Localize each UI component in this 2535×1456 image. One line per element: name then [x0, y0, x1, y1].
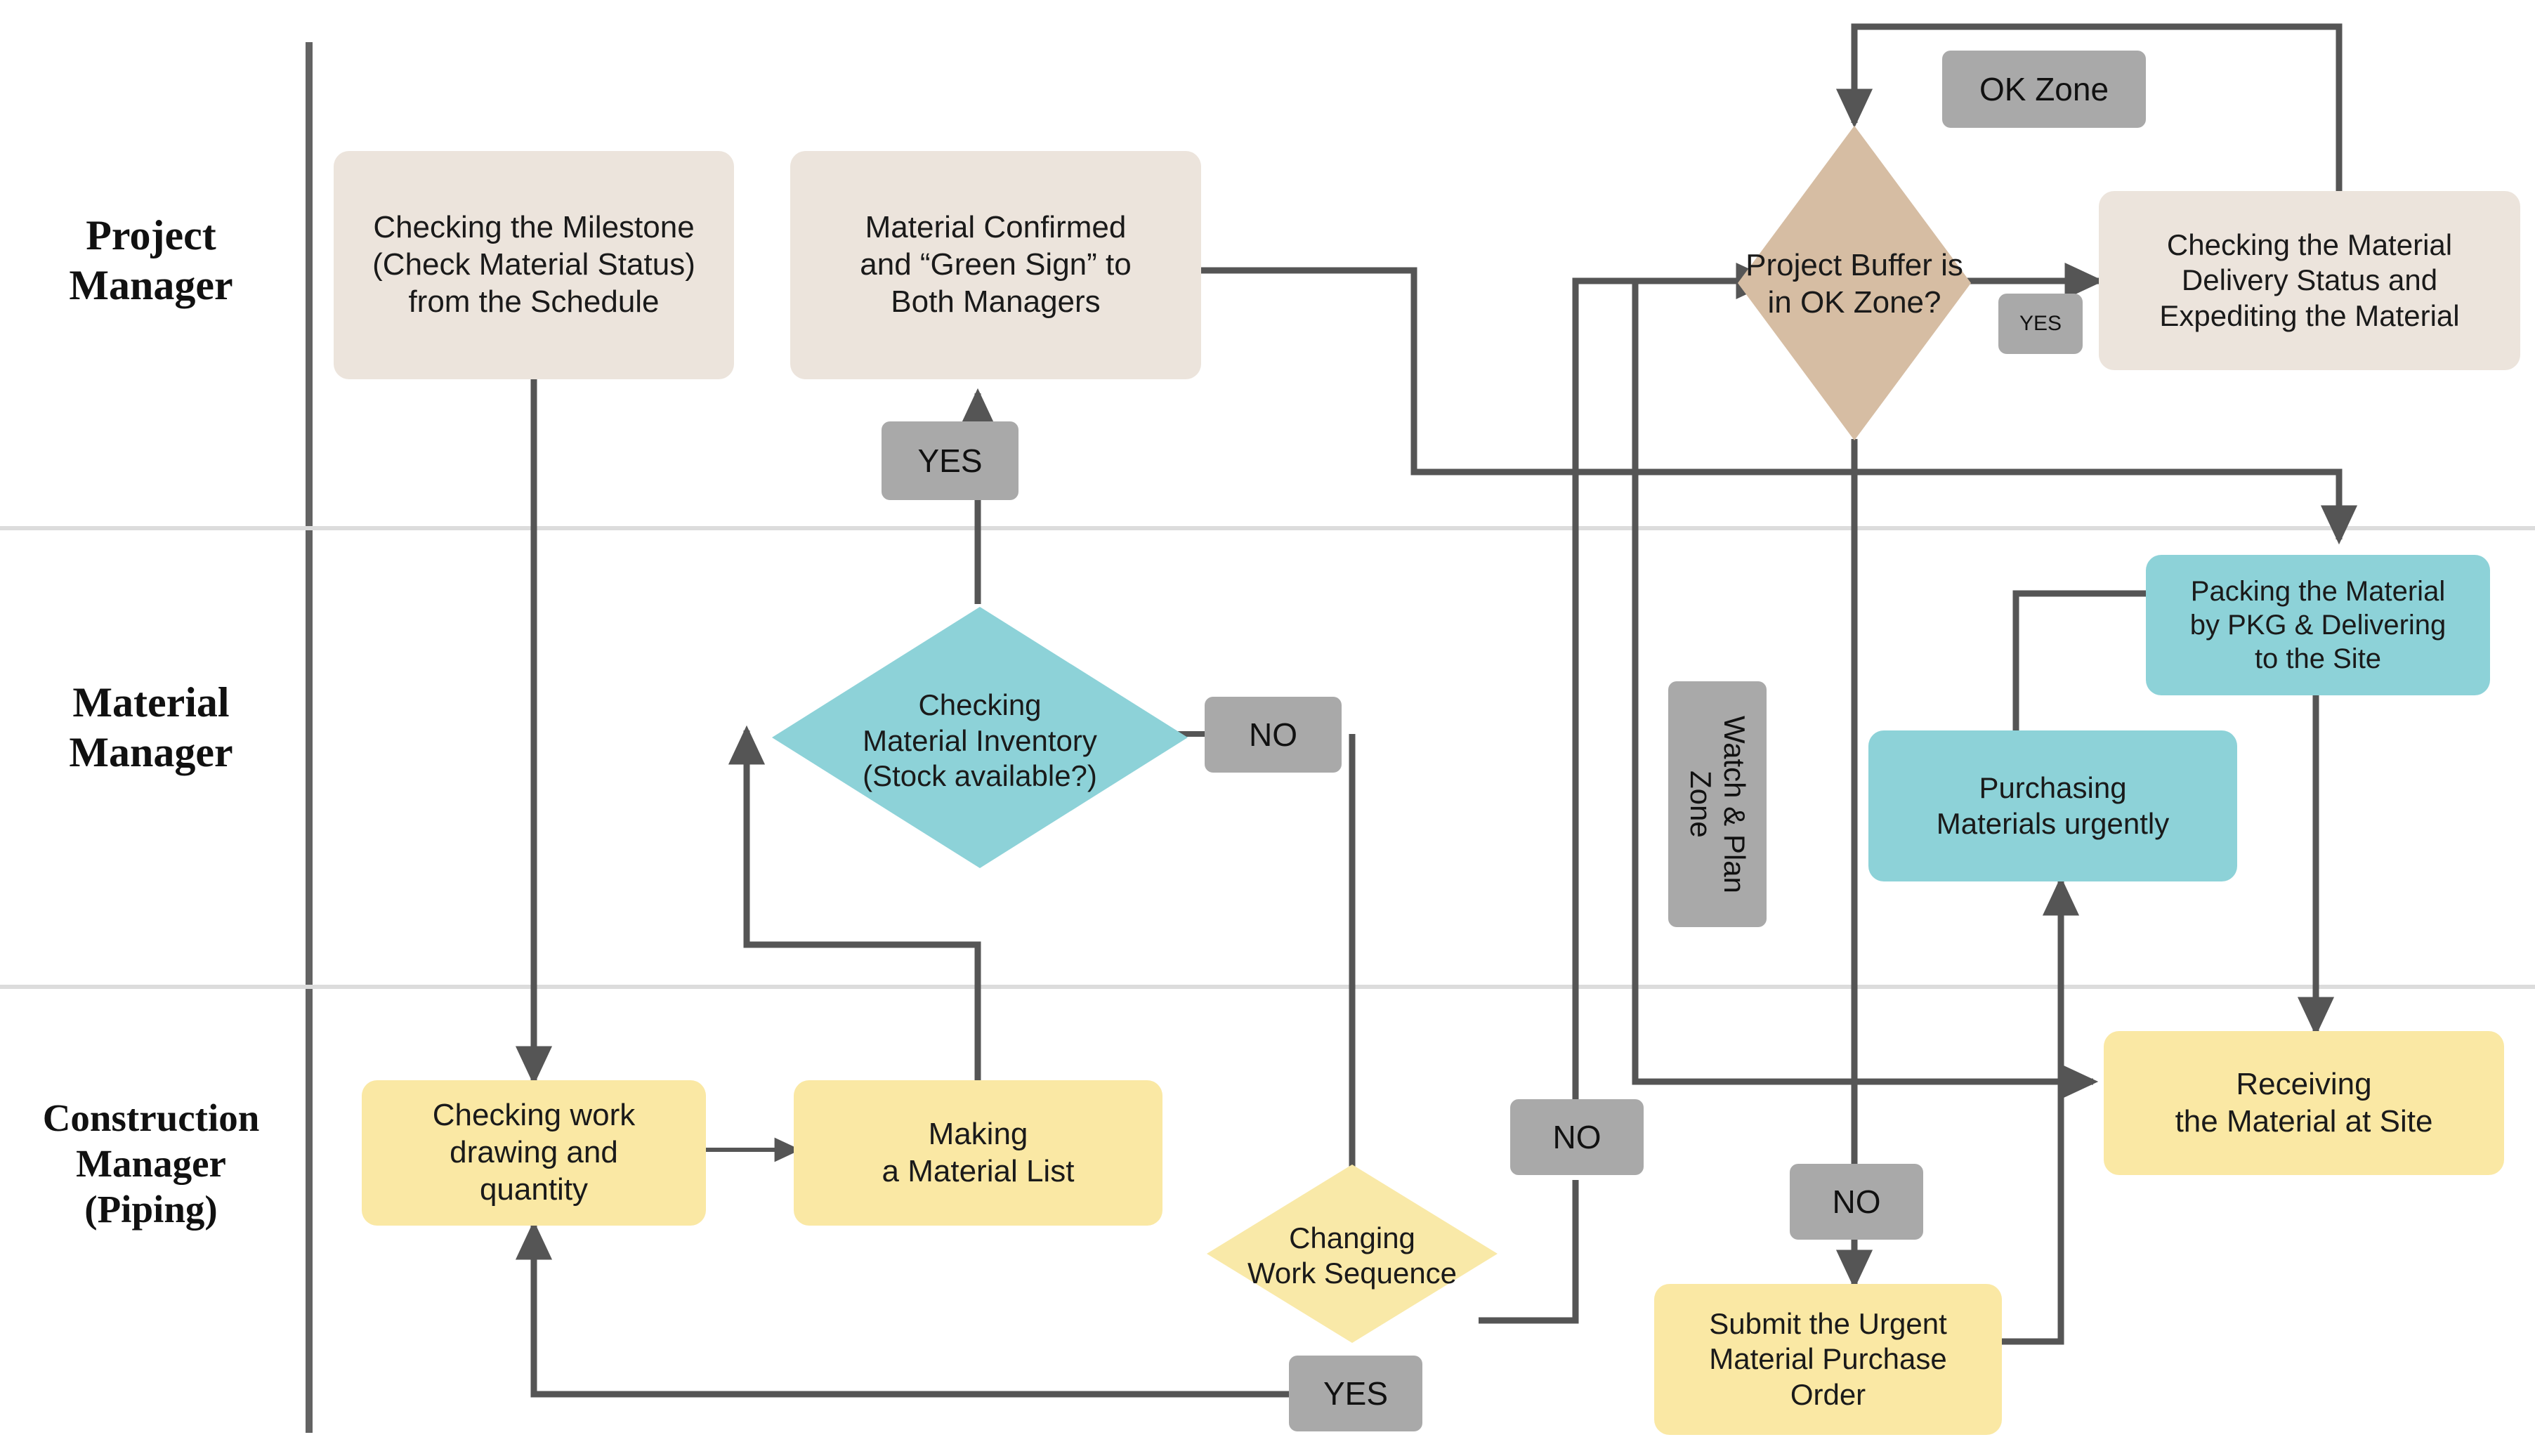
- lane-label-line: Manager: [69, 261, 233, 308]
- watch-plan-zone-tag: Watch & Plan Zone: [1668, 681, 1767, 927]
- lane-label-construction-manager: Construction Manager (Piping): [0, 1096, 302, 1233]
- lane-label-line: (Piping): [84, 1187, 218, 1231]
- checking-material-inventory-decision[interactable]: [769, 604, 1191, 871]
- no-tag-sequence: NO: [1510, 1099, 1644, 1175]
- ok-zone-tag: OK Zone: [1942, 51, 2146, 128]
- flowchart-canvas: Project Manager Material Manager Constru…: [0, 0, 2535, 1456]
- checking-material-delivery-box[interactable]: Checking the Material Delivery Status an…: [2099, 191, 2520, 370]
- checking-work-drawing-box[interactable]: Checking work drawing and quantity: [362, 1080, 706, 1226]
- yes-tag-sequence: YES: [1289, 1356, 1422, 1431]
- project-buffer-ok-zone-decision[interactable]: [1735, 123, 1974, 446]
- lane-label-line: Project: [86, 212, 216, 258]
- submit-urgent-purchase-order-box[interactable]: Submit the Urgent Material Purchase Orde…: [1654, 1284, 2002, 1435]
- making-material-list-box[interactable]: Making a Material List: [794, 1080, 1162, 1226]
- lane-label-project-manager: Project Manager: [0, 211, 302, 310]
- yes-tag-inventory: YES: [882, 421, 1018, 500]
- purchasing-materials-box[interactable]: Purchasing Materials urgently: [1868, 730, 2237, 881]
- receiving-material-at-site-box[interactable]: Receiving the Material at Site: [2104, 1031, 2504, 1175]
- changing-work-sequence-decision[interactable]: [1205, 1162, 1500, 1345]
- no-tag-buffer: NO: [1790, 1164, 1923, 1240]
- lane-label-line: Manager: [76, 1141, 226, 1185]
- lane-label-line: Material: [72, 679, 230, 726]
- no-tag-inventory: NO: [1205, 697, 1342, 773]
- checking-milestone-box[interactable]: Checking the Milestone (Check Material S…: [334, 151, 734, 379]
- packing-material-box[interactable]: Packing the Material by PKG & Delivering…: [2146, 555, 2490, 695]
- edge-confirmed-to-bufferfeeder: [1201, 267, 1635, 476]
- material-confirmed-box[interactable]: Material Confirmed and “Green Sign” to B…: [790, 151, 1201, 379]
- edge-sequence-yes-to-workdrawing: [515, 1220, 1292, 1398]
- edge-submit-to-purchasing: [2000, 876, 2080, 1345]
- yes-tag-buffer: YES: [1998, 294, 2083, 354]
- lane-label-line: Manager: [69, 728, 233, 775]
- lane-label-line: Construction: [42, 1096, 260, 1139]
- lane-label-material-manager: Material Manager: [0, 678, 302, 778]
